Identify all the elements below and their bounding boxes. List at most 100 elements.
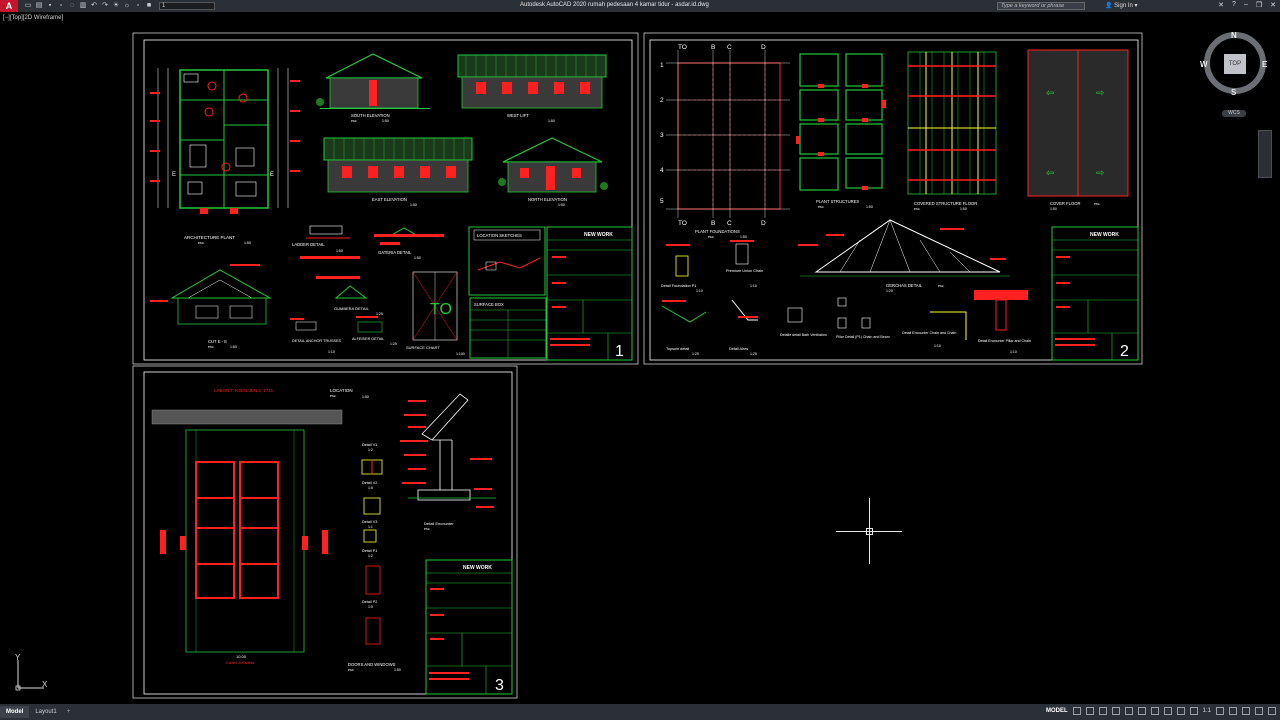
- grid-icon[interactable]: [1072, 707, 1081, 715]
- sheet3-detail-v3-scale: 1:1: [368, 525, 373, 529]
- compass-east[interactable]: E: [1262, 60, 1267, 69]
- autocad-logo-button[interactable]: A: [0, 0, 18, 12]
- undo-icon[interactable]: ↶: [90, 2, 98, 10]
- covered-structure-floor-title: COVERED STRUCTURE FLOOR: [914, 201, 977, 206]
- annotation-visibility-icon[interactable]: [1189, 707, 1198, 715]
- sheet3-detail-p1-scale: 1:2: [368, 554, 373, 558]
- west-elevation-title: WEST LIFT: [507, 113, 529, 118]
- to-label: TO: [430, 301, 452, 318]
- annotation-scale[interactable]: 1:1: [1203, 708, 1211, 714]
- sheet3-location-scale: 1:50: [362, 395, 369, 399]
- sun-icon[interactable]: ☼: [123, 2, 131, 10]
- sheet1-east-elevation-scale: 1:50: [410, 203, 417, 207]
- sheet-3[interactable]: LABOR T: KSEN JEN 2, 1711 LOCATION esc. …: [132, 365, 518, 699]
- exchange-icon[interactable]: ✕: [1218, 1, 1224, 9]
- status-tools: MODEL 1:1: [1046, 707, 1276, 715]
- ortho-icon[interactable]: [1098, 707, 1107, 715]
- gumbera-detail-title: GUMBERA DETAIL: [334, 306, 370, 311]
- sheet2-covered-structure-floor-scale-label: esc.: [914, 207, 920, 211]
- pillar-detail-title: Pillar Detail (P1) Chain and Beam: [836, 335, 890, 339]
- sheet1-new-work: NEW WORK: [584, 232, 613, 238]
- lock-icon[interactable]: ▫: [134, 2, 142, 10]
- sheet-1[interactable]: E E ARCHITECTURE PLANT esc. 1:50 SOUTH E…: [132, 32, 639, 365]
- sheet1-gateria-detail-scale: 1:50: [414, 256, 421, 260]
- view-cube[interactable]: TOP N S W E: [1200, 31, 1267, 97]
- compass-north[interactable]: N: [1231, 31, 1237, 40]
- south-elevation-title: SOUTH ELEVATION: [351, 113, 390, 118]
- grid-col-label-bottom-1: TO: [678, 220, 687, 227]
- plant-structures-title: PLANT STRUCTURES: [816, 199, 859, 204]
- save-icon[interactable]: ▪: [46, 2, 54, 10]
- lightbulb-icon[interactable]: ☀: [112, 2, 120, 10]
- sheet1-anchor-detail-scale: 1:10: [328, 350, 335, 354]
- grid-row-label-5: 5: [660, 198, 664, 205]
- add-layout-button[interactable]: +: [63, 709, 75, 715]
- sheet3-dim-bottom: 10.00: [236, 654, 247, 659]
- model-space-toggle[interactable]: MODEL: [1046, 708, 1068, 714]
- sheet1-cut-section-scale-label: esc.: [208, 345, 214, 349]
- snap-icon[interactable]: [1085, 707, 1094, 715]
- compass-south[interactable]: S: [1231, 88, 1236, 97]
- tab-layout1[interactable]: Layout1: [29, 706, 62, 718]
- selection-cycling-icon[interactable]: [1176, 707, 1185, 715]
- customization-menu-icon[interactable]: [1268, 707, 1276, 715]
- tab-model[interactable]: Model: [0, 706, 30, 718]
- surface-chart-title: SURFACE CHART: [406, 345, 440, 350]
- wcs-menu[interactable]: WCS: [1222, 110, 1246, 117]
- sheet2-topsoin-detail-scale: 1:25: [692, 352, 699, 356]
- save-as-icon[interactable]: ▫: [57, 2, 65, 10]
- sheet2-new-work: NEW WORK: [1090, 232, 1119, 238]
- sheet-2[interactable]: TO B C D TO B C D 1 2 3 4 5 PLANT FOUNDA…: [643, 32, 1143, 365]
- detail-foundation-title: Detail Foundation P1: [661, 284, 696, 288]
- workspace-gear-icon[interactable]: [1216, 707, 1224, 715]
- open-file-icon[interactable]: ▤: [35, 2, 43, 10]
- doors-windows-title: DOORS AND WINDOWS: [348, 662, 396, 667]
- web-mobile-icon[interactable]: ◌: [68, 2, 76, 10]
- grid-row-label-2: 2: [660, 97, 664, 104]
- redo-icon[interactable]: ↷: [101, 2, 109, 10]
- close-icon[interactable]: ✕: [1270, 1, 1276, 9]
- layer-dropdown[interactable]: 1: [159, 2, 215, 10]
- detail-v3: Detail V3: [362, 520, 377, 524]
- polar-icon[interactable]: [1111, 707, 1120, 715]
- sheet3-new-work: NEW WORK: [463, 565, 492, 571]
- isolate-icon[interactable]: [1229, 707, 1237, 715]
- ucs-x-label: X: [42, 680, 48, 689]
- sheet3-doors-windows-scale: 1:50: [394, 668, 401, 672]
- sheet2-detail-alres-scale: 1:25: [750, 352, 757, 356]
- compass-west[interactable]: W: [1200, 60, 1208, 69]
- svg-text:⇨: ⇨: [1096, 88, 1104, 99]
- svg-text:E: E: [172, 172, 176, 178]
- help-icon[interactable]: ?: [1232, 1, 1236, 9]
- hardware-accel-icon[interactable]: [1242, 707, 1250, 715]
- street-label: Calle La Calleta: [226, 660, 255, 665]
- sheet3-location-scale-label: esc.: [330, 394, 336, 398]
- new-file-icon[interactable]: ▭: [24, 2, 32, 10]
- ucs-y-label: Y: [15, 654, 21, 662]
- ucs-icon: Y X: [15, 654, 48, 691]
- print-icon[interactable]: ▥: [79, 2, 87, 10]
- search-input[interactable]: Type a keyword or phrase: [997, 2, 1085, 10]
- sheet1-ladder-detail-scale: 1:50: [336, 249, 343, 253]
- svg-text:⇦: ⇦: [1046, 168, 1054, 179]
- gateria-detail-title: GATERIA DETAIL: [378, 250, 412, 255]
- sheet2-gerchas-detail-scale-label: esc.: [938, 284, 944, 288]
- restore-icon[interactable]: ❐: [1256, 1, 1262, 9]
- transparency-icon[interactable]: [1163, 707, 1172, 715]
- sheet3-detail-v2-scale: 1:5: [368, 486, 373, 490]
- sign-in-button[interactable]: 👤 Sign In ▾: [1105, 2, 1138, 9]
- anchor-detail-title: DETAIL ANCHOR TRUSSES: [292, 339, 342, 343]
- otrack-icon[interactable]: [1137, 707, 1146, 715]
- osnap-icon[interactable]: [1124, 707, 1133, 715]
- layer-color-icon[interactable]: ■: [145, 2, 153, 10]
- lineweight-icon[interactable]: [1150, 707, 1159, 715]
- sheet1-south-elevation-scale-label: esc.: [351, 119, 357, 123]
- sheet1-alfeiser-detail-scale: 1:25: [390, 342, 397, 346]
- grid-row-label-3: 3: [660, 132, 664, 139]
- drawing-canvas[interactable]: E E ARCHITECTURE PLANT esc. 1:50 SOUTH E…: [0, 12, 1280, 704]
- navigation-bar[interactable]: [1258, 130, 1272, 178]
- location-sketches-title: LOCATION SKETCHES: [477, 233, 522, 238]
- view-cube-top-face[interactable]: TOP: [1224, 54, 1246, 74]
- clean-screen-icon[interactable]: [1255, 707, 1263, 715]
- minimize-icon[interactable]: –: [1244, 1, 1248, 9]
